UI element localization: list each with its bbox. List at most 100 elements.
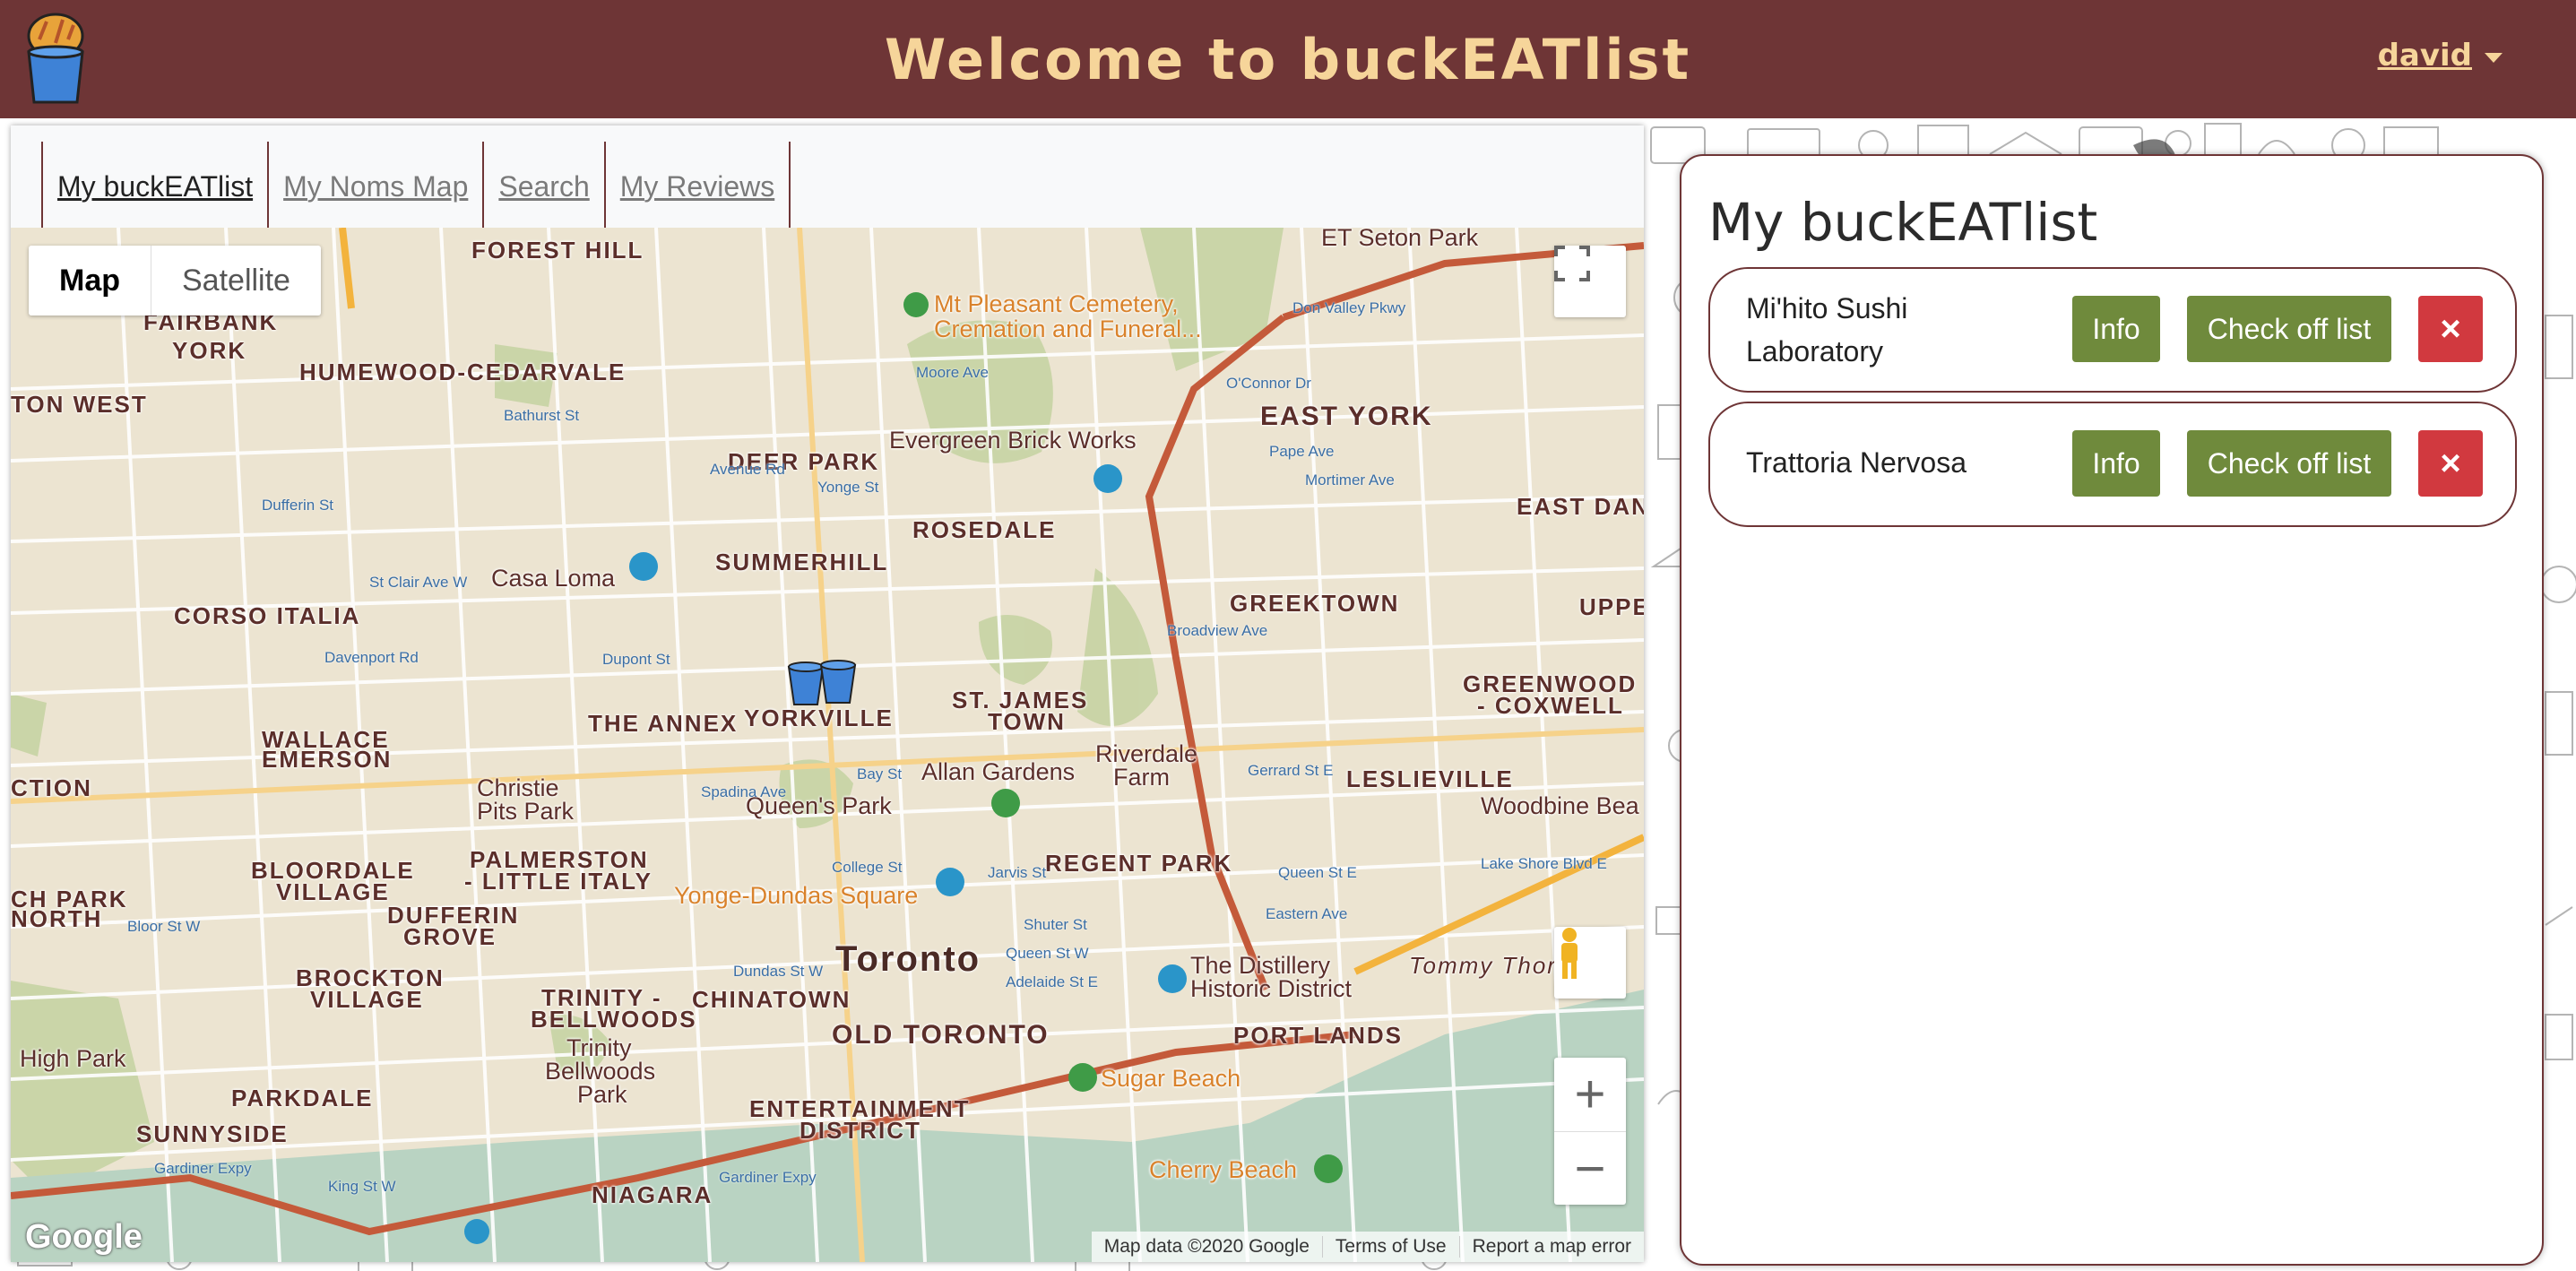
map-label: UPPE: [1579, 593, 1644, 620]
map-type-satellite-button[interactable]: Satellite: [151, 246, 321, 316]
map-label: SUMMERHILL: [715, 549, 889, 575]
map-label: EAST DAN: [1517, 493, 1644, 520]
list-item: Trattoria Nervosa Info Check off list ×: [1708, 402, 2517, 527]
nav-divider: [789, 142, 791, 231]
bucket-marker-icon[interactable]: [787, 661, 825, 705]
page-title: Welcome to buckEATlist: [884, 26, 1692, 92]
map-label: PARKDALE: [231, 1085, 374, 1111]
map-label: High Park: [20, 1045, 126, 1072]
app-header: Welcome to buckEATlist david: [0, 0, 2576, 118]
street-label: Pape Ave: [1269, 443, 1335, 460]
bucket-logo-icon[interactable]: [20, 13, 91, 106]
restaurant-name-line: Trattoria Nervosa: [1746, 446, 1967, 479]
restaurant-name-line: Laboratory: [1746, 335, 1883, 367]
street-label: Gardiner Expy: [719, 1169, 817, 1186]
report-map-error-link[interactable]: Report a map error: [1458, 1236, 1644, 1258]
zoom-control: + −: [1554, 1058, 1626, 1205]
restaurant-name: Trattoria Nervosa: [1746, 441, 1967, 484]
map-view[interactable]: FOREST HILL FAIRBANK YORK HUMEWOOD-CEDAR…: [11, 228, 1644, 1262]
street-label: Bathurst St: [504, 407, 580, 424]
map-label: Cherry Beach: [1149, 1156, 1298, 1183]
fullscreen-button[interactable]: [1554, 246, 1626, 317]
map-label: THE ANNEX: [588, 710, 739, 737]
map-label: GROVE: [403, 923, 497, 950]
nav-search[interactable]: Search: [482, 142, 603, 231]
map-label: Pits Park: [477, 798, 575, 825]
map-type-map-button[interactable]: Map: [29, 246, 151, 316]
map-label: EAST YORK: [1260, 402, 1433, 431]
bucket-marker-icon[interactable]: [819, 660, 857, 704]
map-label: Yonge-Dundas Square: [674, 882, 919, 909]
map-label: FOREST HILL: [471, 237, 644, 264]
map-label: PORT LANDS: [1233, 1022, 1403, 1049]
street-label: Jarvis St: [988, 864, 1047, 881]
map-label: Mt Pleasant Cemetery,: [934, 290, 1179, 317]
street-label: Dupont St: [602, 651, 670, 668]
map-label: SUNNYSIDE: [136, 1120, 289, 1147]
map-attribution: Map data ©2020 Google Terms of Use Repor…: [1091, 1232, 1644, 1262]
map-label: Casa Loma: [491, 565, 616, 592]
map-label: LESLIEVILLE: [1346, 765, 1514, 792]
map-label: VILLAGE: [310, 986, 424, 1013]
left-panel: My buckEATlist My Noms Map Search My Rev…: [11, 125, 1644, 1262]
nav-my-reviews[interactable]: My Reviews: [603, 142, 789, 231]
nav-my-buckeatlist[interactable]: My buckEATlist: [41, 142, 267, 231]
map-label: HUMEWOOD-CEDARVALE: [299, 359, 627, 385]
street-label: Shuter St: [1024, 916, 1087, 933]
map-label: Woodbine Bea: [1481, 792, 1639, 819]
street-label: Queen St W: [1006, 945, 1089, 962]
street-label: Gardiner Expy: [154, 1160, 252, 1177]
street-label: Mortimer Ave: [1305, 471, 1395, 489]
map-data-credit: Map data ©2020 Google: [1103, 1236, 1310, 1257]
info-button[interactable]: Info: [2072, 430, 2160, 497]
map-label: Toronto: [835, 939, 981, 979]
zoom-out-button[interactable]: −: [1554, 1132, 1626, 1206]
map-label: Cremation and Funeral...: [934, 316, 1202, 342]
map-label: ROSEDALE: [912, 516, 1057, 543]
terms-of-use-link[interactable]: Terms of Use: [1321, 1236, 1459, 1258]
map-label: NIAGARA: [592, 1181, 713, 1208]
map-label: OLD TORONTO: [832, 1020, 1050, 1050]
user-name: david: [2377, 38, 2472, 73]
street-label: Gerrard St E: [1248, 762, 1334, 779]
bucketlist-title: My buckEATlist: [1708, 192, 2098, 253]
street-label: Moore Ave: [916, 364, 989, 381]
delete-button[interactable]: ×: [2418, 296, 2483, 362]
map-label: GREEKTOWN: [1230, 590, 1400, 617]
street-label: Adelaide St E: [1006, 973, 1099, 990]
street-label: Yonge St: [817, 479, 879, 496]
delete-button[interactable]: ×: [2418, 430, 2483, 497]
street-label: Lake Shore Blvd E: [1481, 855, 1607, 872]
street-label: Avenue Rd: [710, 461, 785, 478]
map-label: CORSO ITALIA: [174, 602, 361, 629]
street-view-pegman-button[interactable]: [1554, 927, 1626, 999]
map-label: REGENT PARK: [1045, 850, 1233, 877]
map-label: YORK: [172, 337, 247, 364]
check-off-list-button[interactable]: Check off list: [2187, 296, 2391, 362]
main-nav: My buckEATlist My Noms Map Search My Rev…: [41, 142, 791, 231]
info-button[interactable]: Info: [2072, 296, 2160, 362]
street-label: Queen St E: [1278, 864, 1357, 881]
zoom-in-button[interactable]: +: [1554, 1058, 1626, 1132]
map-label: - LITTLE ITALY: [464, 868, 653, 895]
street-label: O'Connor Dr: [1226, 375, 1311, 392]
map-type-control: Map Satellite: [29, 246, 321, 316]
map-label: - COXWELL: [1477, 692, 1624, 719]
map-label: Historic District: [1190, 975, 1352, 1002]
street-label: Davenport Rd: [324, 649, 419, 666]
map-label: YORKVILLE: [744, 705, 894, 731]
google-logo: Google: [25, 1218, 143, 1256]
map-label: Park: [577, 1081, 627, 1108]
map-label: BELLWOODS: [531, 1006, 697, 1033]
nav-my-noms-map[interactable]: My Noms Map: [267, 142, 482, 231]
map-label: EMERSON: [262, 746, 393, 773]
street-label: Bloor St W: [127, 918, 201, 935]
street-label: Spadina Ave: [701, 783, 787, 800]
street-label: St Clair Ave W: [369, 574, 468, 591]
check-off-list-button[interactable]: Check off list: [2187, 430, 2391, 497]
map-label: Evergreen Brick Works: [889, 427, 1137, 454]
map-label: Farm: [1113, 764, 1170, 791]
street-label: Dufferin St: [262, 497, 334, 514]
user-dropdown[interactable]: david: [2378, 38, 2503, 73]
fullscreen-icon: [1554, 246, 1590, 281]
